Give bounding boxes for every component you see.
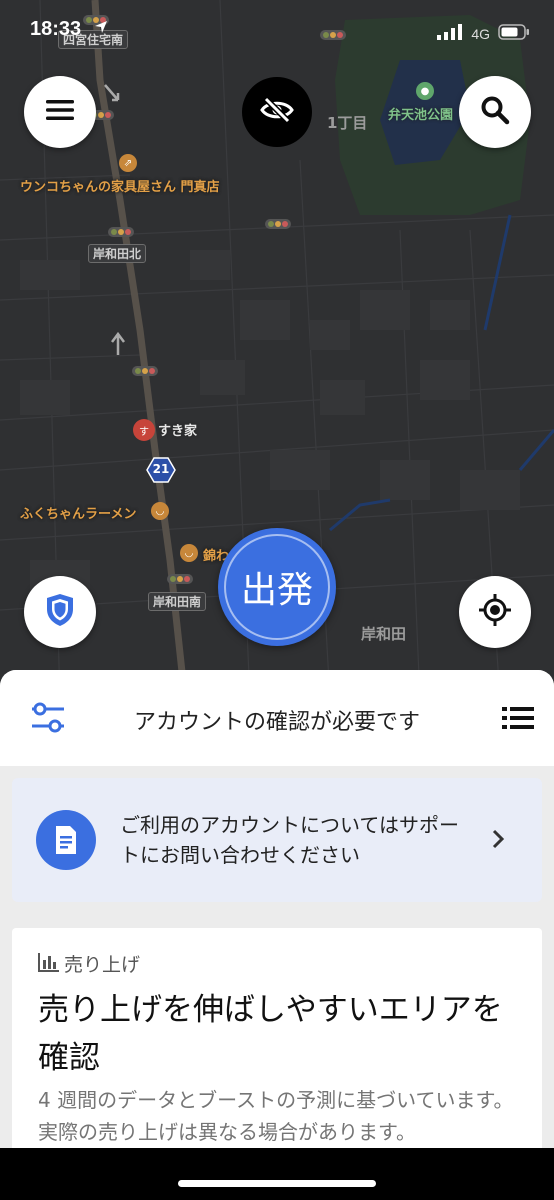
account-notice-card[interactable]: ご利用のアカウントについてはサポートにお問い合わせください xyxy=(12,778,542,902)
list-icon xyxy=(500,707,536,738)
map-label-furniture-store: ウンコちゃんの家具屋さん 門真店 xyxy=(20,180,220,195)
earnings-kicker: 売り上げ xyxy=(38,950,140,977)
account-notice-text: ご利用のアカウントについてはサポートにお問い合わせください xyxy=(120,813,459,867)
signal-icon xyxy=(437,24,463,44)
earnings-title: 売り上げを伸ばしやすいエリアを確認 xyxy=(38,992,503,1076)
menu-button[interactable] xyxy=(24,76,96,148)
network-type: 4G xyxy=(471,26,490,42)
status-time: 18:33 xyxy=(30,18,82,40)
status-bar: 18:33 4G xyxy=(0,0,554,64)
app-screen: 四宮住宅南 1丁目 ● 弁天池公園 ⇗ ウンコちゃんの家具屋さん 門真店 岸和田… xyxy=(0,0,554,1200)
route-number: 21 xyxy=(152,462,170,476)
map-label-kishiwada-north: 岸和田北 xyxy=(88,244,147,263)
map-label-kishiwada: 岸和田 xyxy=(361,625,407,643)
sheet-header: アカウントの確認が必要です xyxy=(0,670,554,766)
route-shield-icon: 21 xyxy=(146,457,176,483)
go-online-button[interactable]: 出発 xyxy=(218,528,336,646)
menu-list-button[interactable] xyxy=(500,702,536,734)
ramen-pin-icon: ◡ xyxy=(151,502,169,520)
sheet-title: アカウントの確認が必要です xyxy=(133,710,420,735)
shop-pin-icon: ⇗ xyxy=(119,154,137,172)
document-icon xyxy=(36,810,96,870)
location-arrow-icon xyxy=(94,19,108,38)
earnings-description: 4 週間のデータとブーストの予測に基づいています。実際の売り上げは異なる場合があ… xyxy=(38,1088,514,1144)
go-online-label: 出発 xyxy=(240,570,313,611)
map-label-park: 弁天池公園 xyxy=(388,108,454,123)
home-indicator[interactable] xyxy=(178,1180,376,1187)
recenter-location-button[interactable] xyxy=(459,576,531,648)
earnings-kicker-label: 売り上げ xyxy=(64,954,141,976)
search-button[interactable] xyxy=(459,76,531,148)
eye-off-icon xyxy=(260,96,294,127)
bar-chart-icon xyxy=(38,952,60,976)
safety-toolkit-button[interactable] xyxy=(24,576,96,648)
map-label-ramen: ふくちゃんラーメン xyxy=(20,507,137,522)
map-label-kishiwada-south: 岸和田南 xyxy=(148,592,207,611)
shield-icon xyxy=(45,593,75,631)
traffic-light-icon xyxy=(167,574,193,584)
restaurant-pin-icon: す xyxy=(133,419,155,441)
bottom-sheet[interactable]: アカウントの確認が必要です ご利用のアカウントについてはサポートにお問い合わせく… xyxy=(0,670,554,1200)
traffic-light-icon xyxy=(132,366,158,376)
traffic-light-icon xyxy=(108,227,134,237)
park-pin-icon: ● xyxy=(416,82,434,100)
search-icon xyxy=(480,95,510,129)
hamburger-icon xyxy=(46,99,74,125)
map-label-sukiya: すき家 xyxy=(158,424,198,439)
status-indicators: 4G xyxy=(437,24,530,44)
food-pin-icon: ◡ xyxy=(180,544,198,562)
crosshair-icon xyxy=(478,593,512,631)
map-label-block: 1丁目 xyxy=(327,114,368,132)
chevron-right-icon xyxy=(490,828,506,850)
visibility-toggle-button[interactable] xyxy=(242,77,312,147)
battery-icon xyxy=(498,24,530,44)
home-indicator-area xyxy=(0,1148,554,1200)
traffic-light-icon xyxy=(265,219,291,229)
